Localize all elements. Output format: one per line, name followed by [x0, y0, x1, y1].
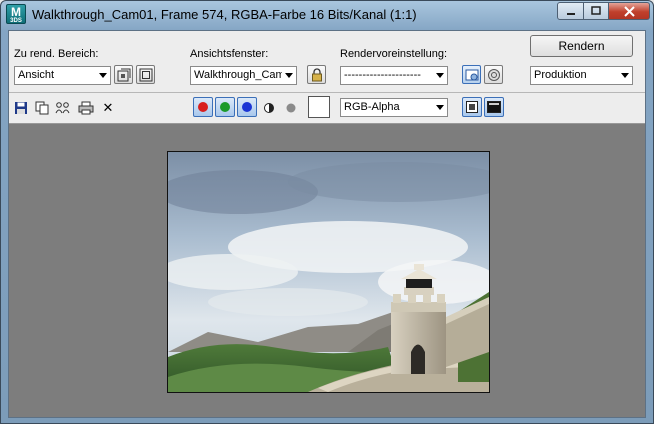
print-image-button[interactable] — [78, 100, 94, 116]
save-image-button[interactable] — [13, 100, 29, 116]
app-logo-icon[interactable]: M 3DS — [6, 4, 26, 24]
edit-region-icon — [117, 68, 130, 81]
print-icon — [78, 101, 94, 115]
monochrome-icon — [286, 103, 296, 113]
preset-dropdown[interactable]: --------------------- — [340, 66, 448, 85]
lock-icon — [311, 67, 322, 81]
render-setup-icon — [465, 69, 478, 80]
client-area: Zu rend. Bereich: Ansichtsfenster: Rende… — [8, 30, 646, 418]
monochrome-toggle[interactable] — [283, 100, 299, 116]
channel-display-dropdown[interactable]: RGB-Alpha — [340, 98, 448, 117]
blue-channel-icon — [242, 102, 252, 112]
viewport-label: Ansichtsfenster: — [190, 48, 269, 60]
clone-icon — [55, 102, 70, 114]
copy-icon — [35, 101, 49, 115]
auto-region-button[interactable] — [136, 65, 155, 84]
toggle-ui-button[interactable] — [484, 97, 504, 117]
render-frame-window: M 3DS Walkthrough_Cam01, Frame 574, RGBA… — [0, 0, 654, 424]
window-title: Walkthrough_Cam01, Frame 574, RGBA-Farbe… — [32, 7, 417, 22]
green-channel-icon — [220, 102, 230, 112]
lock-viewport-button[interactable] — [307, 65, 326, 84]
color-swatch[interactable] — [308, 96, 330, 118]
preset-label: Rendervoreinstellung: — [340, 48, 448, 60]
clear-image-button[interactable]: ✕ — [100, 100, 116, 116]
minimize-button[interactable] — [557, 2, 584, 20]
render-button[interactable]: Rendern — [530, 35, 633, 57]
render-area-label: Zu rend. Bereich: — [14, 48, 99, 60]
toggle-ui-overlay-button[interactable] — [462, 97, 482, 117]
title-bar[interactable]: M 3DS Walkthrough_Cam01, Frame 574, RGBA… — [1, 1, 653, 29]
edit-region-button[interactable] — [114, 65, 133, 84]
overlay-icon — [466, 101, 478, 113]
red-channel-icon — [198, 102, 208, 112]
clone-window-button[interactable] — [55, 100, 71, 116]
close-window-button[interactable] — [609, 2, 650, 20]
alpha-channel-toggle[interactable] — [261, 100, 277, 116]
save-icon — [15, 102, 27, 114]
green-channel-toggle[interactable] — [215, 97, 235, 117]
toolbar-separator — [9, 92, 645, 93]
red-channel-toggle[interactable] — [193, 97, 213, 117]
viewport-dropdown[interactable]: Walkthrough_Cam — [190, 66, 297, 85]
close-icon — [623, 5, 635, 17]
render-viewport[interactable] — [9, 123, 645, 417]
rendered-image — [167, 151, 490, 393]
alpha-channel-icon — [264, 103, 274, 113]
maximize-button[interactable] — [584, 2, 609, 20]
region-icon — [139, 68, 152, 81]
copy-image-button[interactable] — [34, 100, 50, 116]
chevron-down-icon — [436, 73, 444, 78]
render-area-dropdown[interactable]: Ansicht — [14, 66, 111, 85]
chevron-down-icon — [99, 73, 107, 78]
blue-channel-toggle[interactable] — [237, 97, 257, 117]
environment-button[interactable] — [484, 65, 503, 84]
chevron-down-icon — [621, 73, 629, 78]
chevron-down-icon — [285, 73, 293, 78]
teapot-icon — [487, 68, 500, 81]
minimize-icon — [566, 13, 575, 15]
rendered-scene-image — [168, 152, 489, 392]
maximize-icon — [591, 6, 601, 15]
ui-panel-icon — [487, 101, 501, 113]
chevron-down-icon — [436, 105, 444, 110]
production-dropdown[interactable]: Produktion — [530, 66, 633, 85]
render-setup-button[interactable] — [462, 65, 481, 84]
